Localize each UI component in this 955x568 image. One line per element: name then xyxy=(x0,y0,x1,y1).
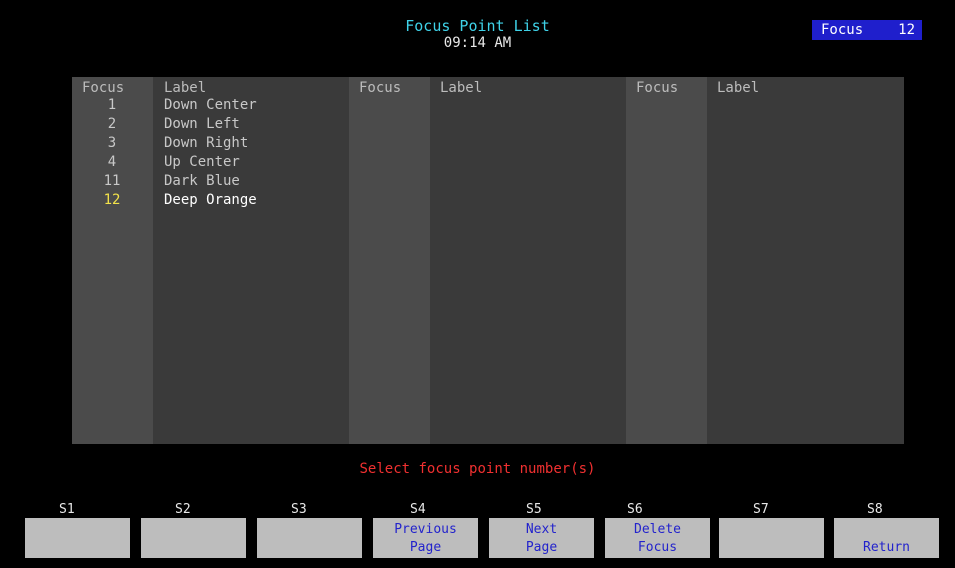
softkey-s5-line2: Page xyxy=(525,540,558,555)
focus-number-selected[interactable]: 12 xyxy=(72,191,152,209)
column-1-label-header: Label xyxy=(164,80,207,96)
softkey-s6[interactable]: S6 Delete Focus xyxy=(605,502,710,558)
softkey-s4[interactable]: S4 Previous Page xyxy=(373,502,478,558)
mode-badge-label: Focus xyxy=(821,22,864,38)
softkey-s2[interactable]: S2 xyxy=(141,502,246,558)
softkey-s7[interactable]: S7 xyxy=(719,502,824,558)
focus-label-selected[interactable]: Deep Orange xyxy=(164,191,257,209)
mode-badge-value: 12 xyxy=(898,22,915,38)
softkey-s8-name: S8 xyxy=(867,502,883,517)
softkey-s6-line1: Delete xyxy=(634,522,681,537)
softkey-s1[interactable]: S1 xyxy=(25,502,130,558)
softkey-s4-line2: Page xyxy=(409,540,442,555)
column-3-label-header: Label xyxy=(717,80,760,96)
softkey-s2-button[interactable] xyxy=(141,518,246,558)
softkey-s1-name: S1 xyxy=(59,502,75,517)
softkey-s5-name: S5 xyxy=(526,502,542,517)
focus-label[interactable]: Down Right xyxy=(164,134,248,152)
softkey-s3-name: S3 xyxy=(291,502,307,517)
softkey-s6-name: S6 xyxy=(627,502,643,517)
softkey-s5[interactable]: S5 Next Page xyxy=(489,502,594,558)
softkey-s3[interactable]: S3 xyxy=(257,502,362,558)
focus-number[interactable]: 2 xyxy=(72,115,152,133)
softkey-s4-line1: Previous xyxy=(394,522,457,537)
column-2-label-header: Label xyxy=(440,80,483,96)
command-prompt: Select focus point number(s) xyxy=(359,461,596,477)
softkey-s1-button[interactable] xyxy=(25,518,130,558)
focus-label[interactable]: Dark Blue xyxy=(164,172,240,190)
column-1-focus-header: Focus xyxy=(82,80,125,96)
softkey-s4-button[interactable]: Previous Page xyxy=(373,518,478,558)
focus-point-table: Focus Label Focus Label Focus Label 1 Do… xyxy=(72,77,904,444)
softkey-s6-button[interactable]: Delete Focus xyxy=(605,518,710,558)
mode-badge: Focus 12 xyxy=(812,20,922,40)
column-2-focus xyxy=(349,77,430,444)
softkey-s5-line1: Next xyxy=(525,522,558,537)
softkey-s7-button[interactable] xyxy=(719,518,824,558)
softkey-s5-button[interactable]: Next Page xyxy=(489,518,594,558)
focus-number[interactable]: 4 xyxy=(72,153,152,171)
column-3-focus xyxy=(626,77,707,444)
softkey-s8-button[interactable]: Return xyxy=(834,518,939,558)
softkey-s7-name: S7 xyxy=(753,502,769,517)
softkey-s8-line2: Return xyxy=(863,540,910,555)
column-2-focus-header: Focus xyxy=(359,80,402,96)
softkey-s3-button[interactable] xyxy=(257,518,362,558)
focus-label[interactable]: Down Center xyxy=(164,96,257,114)
focus-number[interactable]: 3 xyxy=(72,134,152,152)
focus-label[interactable]: Down Left xyxy=(164,115,240,133)
softkey-s2-name: S2 xyxy=(175,502,191,517)
softkey-s6-line2: Focus xyxy=(637,540,678,555)
softkey-s4-name: S4 xyxy=(410,502,426,517)
softkey-s8[interactable]: S8 Return xyxy=(834,502,939,558)
column-3-focus-header: Focus xyxy=(636,80,679,96)
focus-label[interactable]: Up Center xyxy=(164,153,240,171)
focus-number[interactable]: 1 xyxy=(72,96,152,114)
focus-number[interactable]: 11 xyxy=(72,172,152,190)
